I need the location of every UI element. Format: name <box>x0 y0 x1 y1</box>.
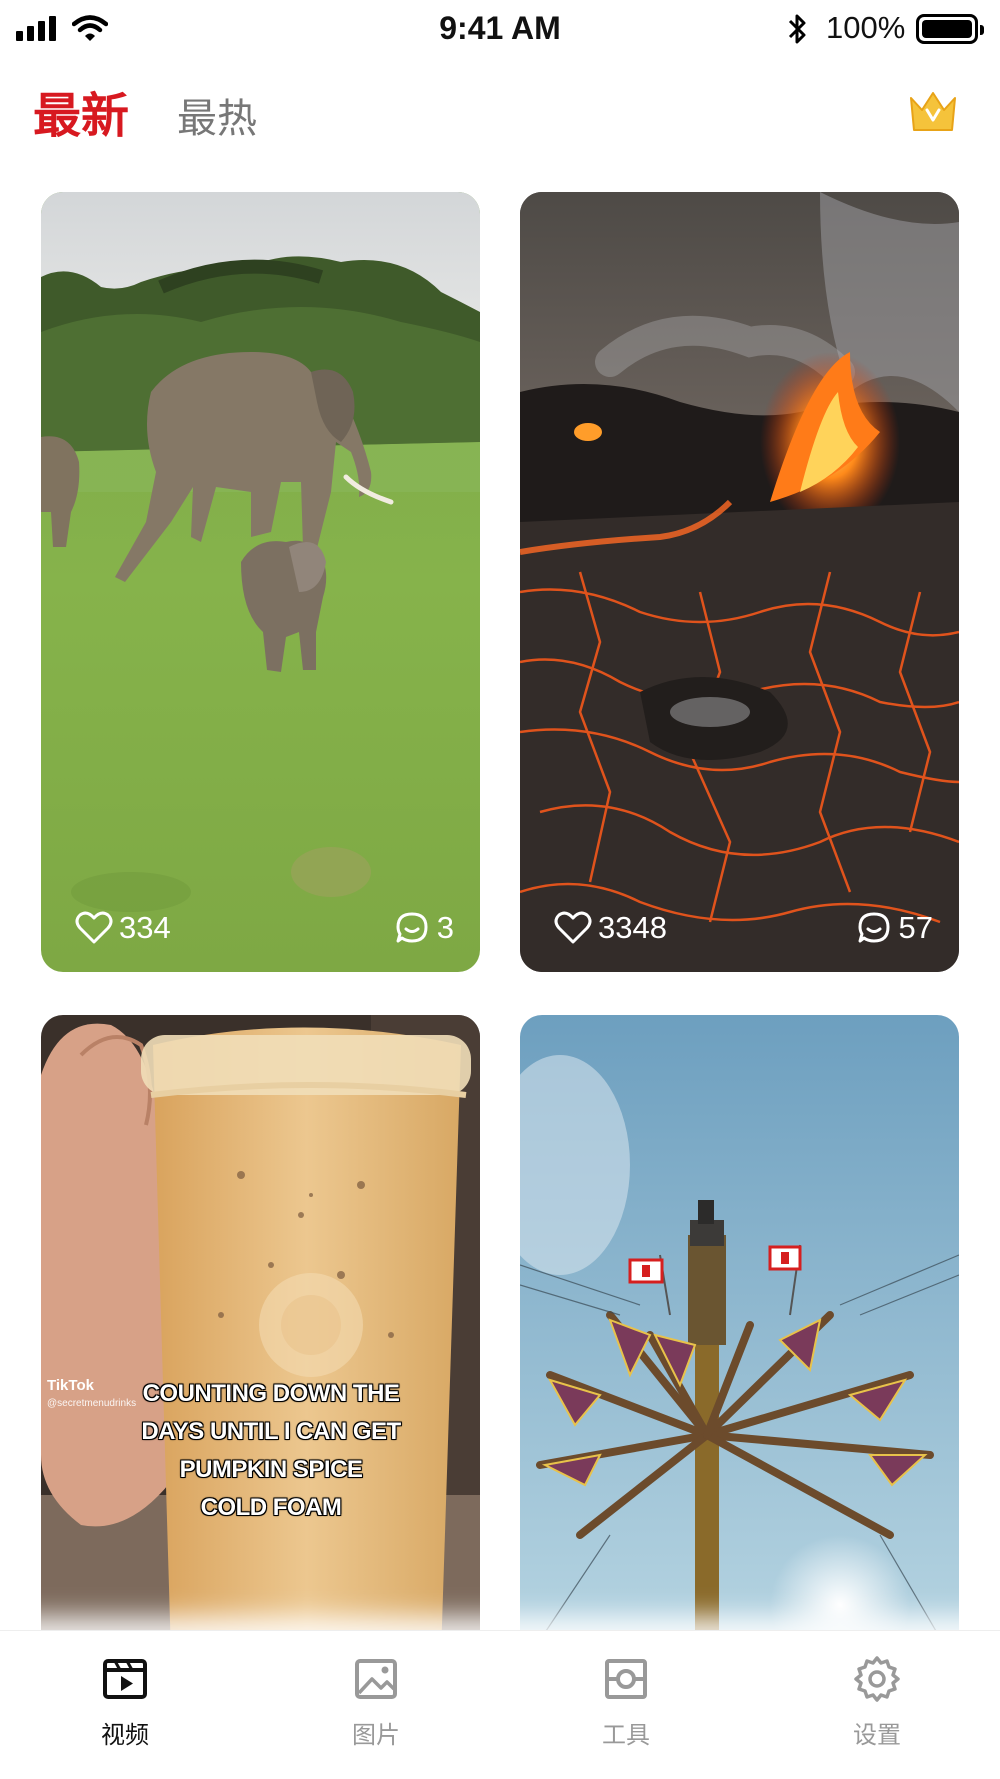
comment-icon <box>858 912 890 943</box>
video-card[interactable]: 334 3 <box>41 192 480 972</box>
comment-count: 3 <box>436 910 454 945</box>
bluetooth-icon <box>788 14 806 44</box>
video-card[interactable]: TikTok @secretmenudrinks COUNTING DOWN T… <box>41 1015 480 1655</box>
settings-icon <box>854 1656 900 1702</box>
tab-hottest[interactable]: 最热 <box>177 86 257 144</box>
like-button[interactable]: 334 <box>75 910 171 946</box>
image-icon <box>355 1659 397 1699</box>
nav-item-settings[interactable]: 设置 <box>817 1653 937 1750</box>
caption-line: PUMPKIN SPICE <box>179 1456 363 1483</box>
like-count: 3348 <box>598 910 667 945</box>
nav-item-tools[interactable]: 工具 <box>566 1653 686 1750</box>
like-button[interactable]: 3348 <box>554 910 667 946</box>
caption-line: DAYS UNTIL I CAN GET <box>141 1418 401 1445</box>
comment-count: 57 <box>898 910 933 945</box>
feed-tabs: 最新 最热 <box>33 76 257 146</box>
battery-percent: 100% <box>826 10 906 45</box>
nav-label-tools: 工具 <box>602 1721 650 1749</box>
nav-label-settings: 设置 <box>853 1721 901 1749</box>
comment-button[interactable]: 57 <box>857 910 933 946</box>
video-thumbnail-elephants <box>41 192 480 972</box>
tiktok-logo-text: TikTok <box>47 1377 94 1394</box>
video-card[interactable]: 3348 57 <box>520 192 959 972</box>
video-card[interactable] <box>520 1015 959 1655</box>
battery-icon <box>916 14 984 44</box>
card-stats: 334 3 <box>41 910 480 950</box>
tab-latest[interactable]: 最新 <box>33 76 129 146</box>
card-stats: 3348 57 <box>520 910 959 950</box>
caption-line: COUNTING DOWN THE <box>142 1380 400 1407</box>
crown-icon[interactable] <box>908 90 958 134</box>
nav-label-image: 图片 <box>352 1721 400 1749</box>
nav-item-video[interactable]: 视频 <box>65 1653 185 1750</box>
nav-item-image[interactable]: 图片 <box>316 1653 436 1750</box>
heart-icon <box>554 911 592 944</box>
video-caption-overlay: COUNTING DOWN THE DAYS UNTIL I CAN GET P… <box>101 1375 441 1527</box>
status-bar: 9:41 AM 100% <box>0 0 1000 60</box>
like-count: 334 <box>119 910 171 945</box>
video-thumbnail-coffee <box>41 1015 480 1655</box>
caption-line: COLD FOAM <box>200 1494 342 1521</box>
nav-label-video: 视频 <box>101 1721 149 1749</box>
video-icon <box>103 1659 147 1699</box>
comment-button[interactable]: 3 <box>395 910 454 946</box>
tool-icon <box>605 1659 647 1699</box>
video-thumbnail-lava <box>520 192 959 972</box>
video-thumbnail-swing-ride <box>520 1015 959 1655</box>
heart-icon <box>75 911 113 944</box>
bottom-nav: 视频 图片 工具 设置 <box>0 1630 1000 1779</box>
comment-icon <box>396 912 428 943</box>
